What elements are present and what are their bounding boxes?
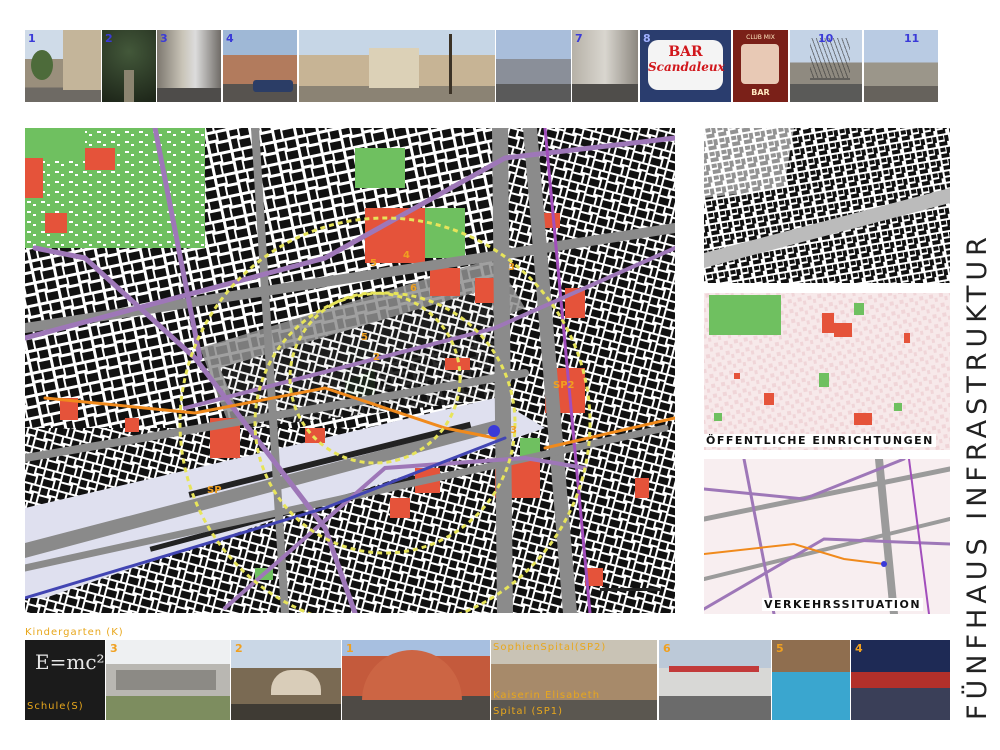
map-label: 5 — [361, 332, 368, 343]
facility-photo-1: 1 — [342, 640, 490, 720]
photo-number: 5 — [776, 642, 784, 655]
club-sign-line1: CLUB MIX — [746, 34, 775, 41]
street-photo-10: 10 — [790, 30, 862, 102]
map-label: 2 — [373, 352, 380, 363]
street-photo-7: 7 — [572, 30, 638, 102]
photo-number: 2 — [105, 32, 113, 45]
photo-number: 2 — [235, 642, 243, 655]
hospital-photo: SophienSpital(SP2) Kaiserin Elisabeth Sp… — [491, 640, 657, 720]
bar-sign-photo: 8 BAR Scandaleux — [640, 30, 731, 102]
bar-sign-line1: BAR — [668, 44, 703, 60]
vertical-title: FÜNFHAUS INFRASTRUKTUR — [962, 232, 993, 720]
bar-sign-line2: Scandaleux — [648, 60, 725, 74]
street-photo-1: 1 — [25, 30, 101, 102]
photo-number: 3 — [110, 642, 118, 655]
photo-number: 1 — [346, 642, 354, 655]
map-label: 3 — [508, 262, 515, 273]
photo-number: 4 — [855, 642, 863, 655]
photo-number: 4 — [226, 32, 234, 45]
photo-number: 6 — [663, 642, 671, 655]
photo-number: 7 — [575, 32, 583, 45]
scale-bar — [600, 588, 660, 591]
main-map: 5 4 6 3 2 SP2 5 3 SP — [25, 128, 675, 613]
traffic-caption: VERKEHRSSITUATION — [762, 598, 924, 611]
photo-number: 10 — [818, 32, 834, 45]
facility-photo-4: 4 — [851, 640, 950, 720]
map-drawing: 5 4 6 3 2 SP2 5 3 SP — [25, 128, 675, 613]
map-label: 5 — [370, 258, 377, 269]
school-label: Schule(S) — [27, 701, 84, 712]
traffic-map: VERKEHRSSITUATION — [704, 459, 950, 614]
photo-number: 3 — [160, 32, 168, 45]
map-label: SP2 — [553, 380, 575, 391]
map-label: 3 — [510, 425, 517, 436]
station-marker — [488, 425, 500, 437]
map-label: 6 — [410, 283, 417, 294]
spital-label: Spital (SP1) — [493, 706, 564, 717]
photo-number: 11 — [904, 32, 920, 45]
street-photo-6 — [496, 30, 571, 102]
pool-photo: 5 — [772, 640, 850, 720]
figure-ground-drawing — [704, 128, 950, 283]
facility-photo-2: 2 — [231, 640, 341, 720]
sophienspital-label: SophienSpital(SP2) — [493, 642, 607, 653]
street-photo-2: 2 — [102, 30, 156, 102]
facility-photo-3: 3 — [106, 640, 230, 720]
street-photo-11: 11 — [864, 30, 938, 102]
school-photo: E=mc² Schule(S) — [25, 640, 105, 720]
public-facilities-caption: ÖFFENTLICHE EINRICHTUNGEN — [704, 434, 936, 447]
photo-number: 1 — [28, 32, 36, 45]
street-photo-4: 4 — [223, 30, 297, 102]
kindergarten-label: Kindergarten (K) — [25, 627, 124, 638]
kaiserin-label: Kaiserin Elisabeth — [493, 690, 601, 701]
map-label: 4 — [403, 250, 410, 261]
building-figure-ground-map — [704, 128, 950, 283]
public-facilities-map: ÖFFENTLICHE EINRICHTUNGEN — [704, 293, 950, 450]
formula-text: E=mc² — [35, 650, 105, 674]
traffic-drawing — [704, 459, 950, 614]
street-photo-3: 3 — [157, 30, 221, 102]
club-sign-line2: BAR — [751, 88, 770, 97]
public-facilities-drawing — [704, 293, 950, 450]
map-label: SP — [207, 485, 222, 496]
club-sign-photo: CLUB MIX BAR — [733, 30, 788, 102]
facility-photo-6: 6 — [659, 640, 771, 720]
street-photo-panorama — [299, 30, 495, 102]
